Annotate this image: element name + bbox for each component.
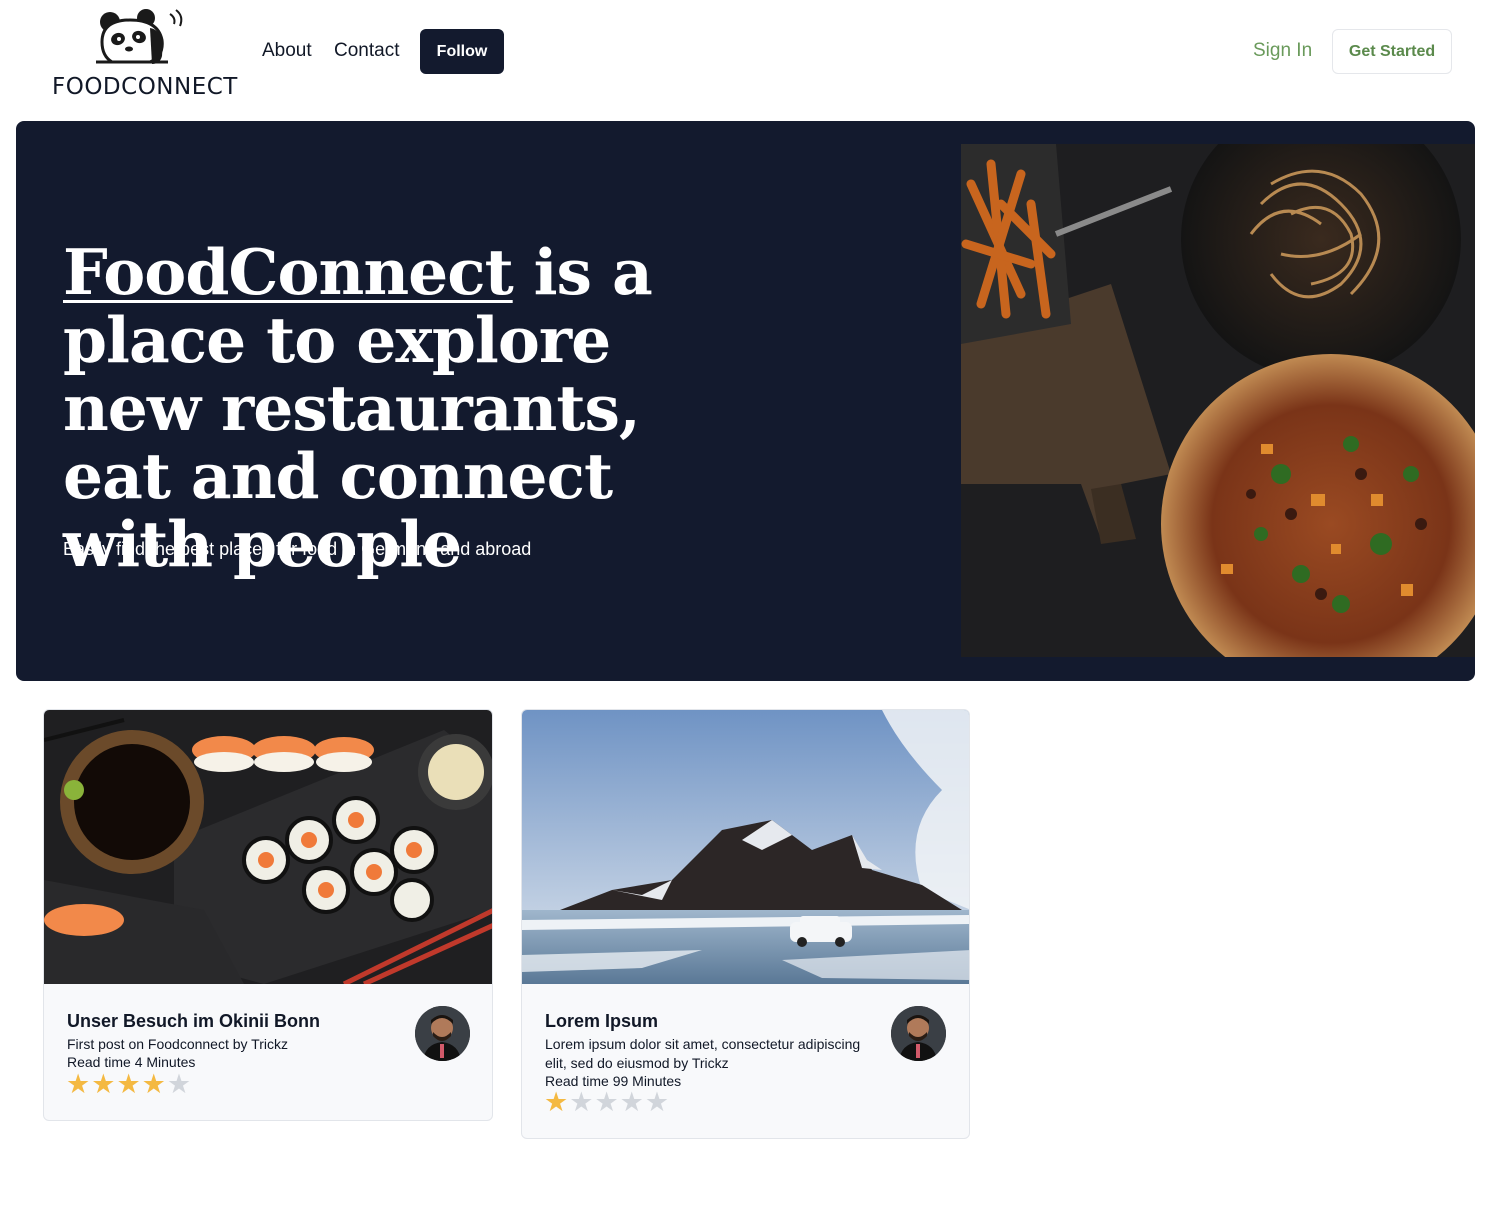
star-filled-icon: ★ bbox=[91, 1069, 116, 1100]
star-empty-icon: ★ bbox=[644, 1087, 670, 1118]
star-filled-icon: ★ bbox=[141, 1069, 166, 1100]
star-empty-icon: ★ bbox=[594, 1087, 619, 1118]
author-avatar[interactable] bbox=[415, 1006, 470, 1061]
post-title[interactable]: Unser Besuch im Okinii Bonn bbox=[67, 1011, 320, 1032]
post-card[interactable]: Unser Besuch im Okinii Bonn First post o… bbox=[43, 709, 493, 1121]
post-description: First post on Foodconnect by Trickz bbox=[67, 1036, 288, 1052]
nav-contact-link[interactable]: Contact bbox=[334, 40, 399, 62]
hero-subtitle: Easily find the best places for food in … bbox=[63, 539, 532, 559]
mountain-lake-image bbox=[522, 710, 969, 984]
star-empty-icon: ★ bbox=[569, 1087, 594, 1118]
panda-icon bbox=[96, 9, 183, 64]
sushi-image bbox=[44, 710, 492, 984]
hero-title: FoodConnect is a place to explore new re… bbox=[63, 238, 743, 578]
get-started-button[interactable]: Get Started bbox=[1332, 29, 1452, 74]
star-filled-icon: ★ bbox=[544, 1087, 569, 1118]
logo[interactable]: FOODCONNECT bbox=[52, 6, 238, 100]
star-filled-icon: ★ bbox=[66, 1069, 91, 1100]
follow-button[interactable]: Follow bbox=[420, 29, 504, 74]
post-card[interactable]: Lorem Ipsum Lorem ipsum dolor sit amet, … bbox=[521, 709, 970, 1139]
site-header: FOODCONNECT About Contact Follow Sign In… bbox=[0, 0, 1508, 110]
post-read-time: Read time 4 Minutes bbox=[67, 1054, 196, 1070]
post-title[interactable]: Lorem Ipsum bbox=[545, 1011, 658, 1032]
sign-in-link[interactable]: Sign In bbox=[1253, 40, 1312, 62]
food-platter-image bbox=[961, 144, 1475, 657]
rating-stars: ★ ★ ★ ★ ★ bbox=[66, 1071, 191, 1098]
nav-about-link[interactable]: About bbox=[262, 40, 312, 62]
star-filled-icon: ★ bbox=[116, 1069, 141, 1100]
star-empty-icon: ★ bbox=[619, 1087, 644, 1118]
logo-text: FOODCONNECT bbox=[52, 74, 238, 100]
hero-banner: FoodConnect is a place to explore new re… bbox=[16, 121, 1475, 681]
rating-stars: ★ ★ ★ ★ ★ bbox=[544, 1089, 669, 1116]
author-avatar[interactable] bbox=[891, 1006, 946, 1061]
post-description: Lorem ipsum dolor sit amet, consectetur … bbox=[545, 1036, 861, 1071]
star-empty-icon: ★ bbox=[166, 1069, 192, 1100]
hero-title-brand[interactable]: FoodConnect bbox=[63, 235, 514, 309]
